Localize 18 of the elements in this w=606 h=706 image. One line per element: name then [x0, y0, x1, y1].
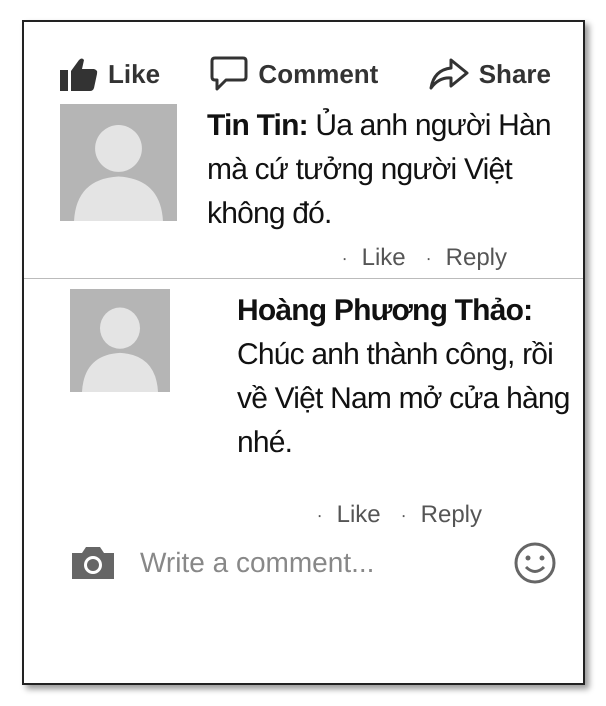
- separator-dot: ·: [342, 248, 348, 268]
- thumbs-up-icon: [60, 57, 98, 91]
- smiley-icon[interactable]: [513, 541, 557, 585]
- share-button[interactable]: Share: [428, 56, 551, 92]
- arrow-icon: [428, 58, 469, 90]
- separator-dot: ·: [400, 504, 407, 526]
- comment-link[interactable]: Reply: [446, 244, 507, 272]
- comment-link[interactable]: Reply: [420, 501, 482, 529]
- comment-link[interactable]: Like: [336, 501, 381, 529]
- comment-button[interactable]: Comment: [210, 56, 378, 92]
- comment-link[interactable]: Like: [362, 244, 406, 272]
- speech-bubble-icon: [210, 56, 248, 92]
- comment-text: Tin Tin: Ủa anh người Hàn mà cứ tưởng người Việt không đó.: [207, 107, 552, 232]
- comment-text: Hoàng Phương Thảo: Chúc anh thành công, rồi về Việt Nam mở cửa hàng nhé.: [237, 293, 571, 461]
- separator-dot: ·: [316, 504, 323, 526]
- camera-icon[interactable]: [70, 545, 116, 581]
- like-button[interactable]: Like: [60, 56, 160, 92]
- separator-dot: ·: [426, 248, 432, 268]
